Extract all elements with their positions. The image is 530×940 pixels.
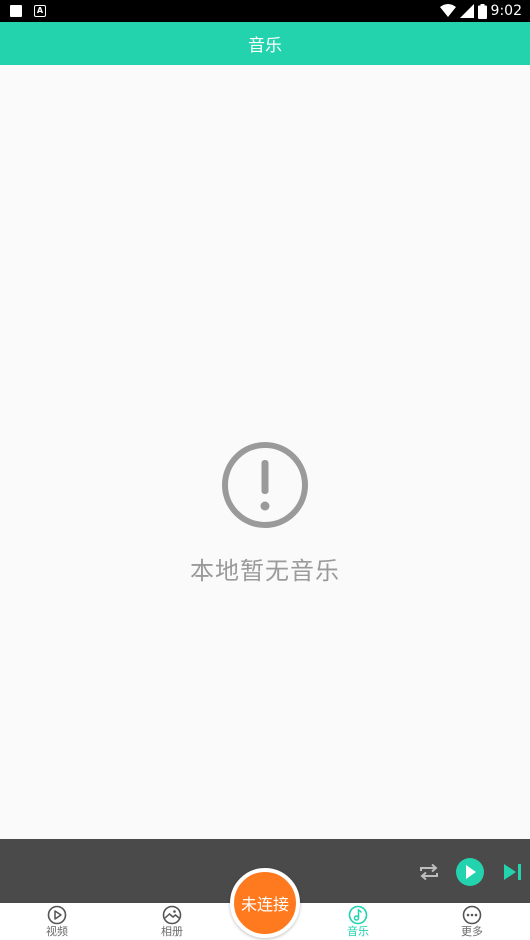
play-icon <box>466 865 476 879</box>
music-note-icon <box>348 905 368 925</box>
image-icon <box>162 905 182 925</box>
nav-item-album[interactable]: 相册 <box>132 905 212 940</box>
connect-status-label: 未连接 <box>240 895 289 914</box>
repeat-button[interactable] <box>416 859 442 885</box>
notification-a-icon: A <box>34 5 46 17</box>
nav-label: 相册 <box>161 925 183 938</box>
skip-next-button[interactable] <box>500 860 524 884</box>
nav-label: 音乐 <box>347 925 369 938</box>
nav-label: 视频 <box>46 925 68 938</box>
notification-square-icon <box>10 5 22 17</box>
connect-button[interactable]: 未连接 <box>230 868 300 938</box>
battery-icon <box>477 3 487 19</box>
nav-item-music[interactable]: 音乐 <box>318 905 398 940</box>
status-bar: A 9:02 <box>0 0 530 22</box>
wifi-icon <box>439 4 456 17</box>
app-bar: 音乐 <box>0 22 530 65</box>
nav-item-video[interactable]: 视频 <box>17 905 97 940</box>
music-list-area: 本地暂无音乐 <box>0 65 530 839</box>
play-button[interactable] <box>456 858 484 886</box>
alert-circle-icon <box>222 442 308 528</box>
nav-label: 更多 <box>461 925 483 938</box>
status-time: 9:02 <box>490 3 522 19</box>
repeat-icon <box>420 863 438 881</box>
page-title: 音乐 <box>248 36 282 56</box>
empty-message: 本地暂无音乐 <box>190 557 340 585</box>
nav-item-more[interactable]: 更多 <box>432 905 512 940</box>
signal-icon <box>459 4 474 18</box>
play-circle-icon <box>47 905 67 925</box>
more-horizontal-icon <box>462 905 482 925</box>
skip-next-icon <box>504 864 521 880</box>
